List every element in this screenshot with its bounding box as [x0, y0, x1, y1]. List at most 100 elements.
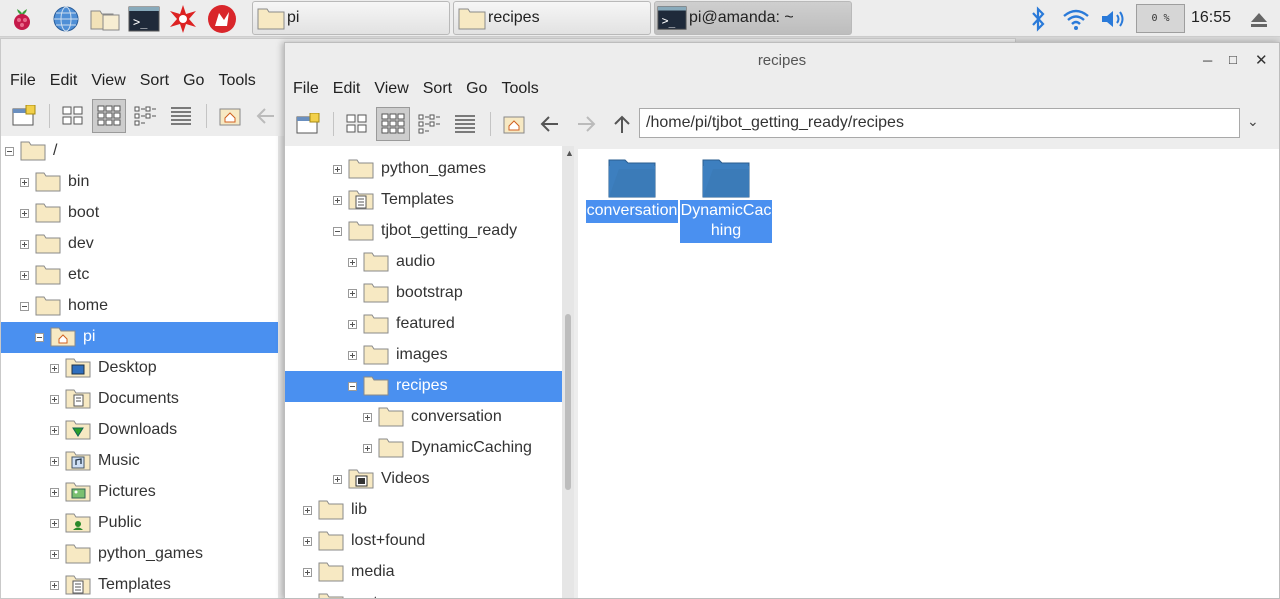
back-button[interactable]: [533, 107, 567, 141]
view-thumbnails-button[interactable]: [376, 107, 410, 141]
tree-item-media[interactable]: media: [285, 557, 562, 588]
collapse-icon[interactable]: [35, 333, 44, 342]
tree-item-recipes[interactable]: recipes: [285, 371, 562, 402]
volume-icon[interactable]: [1098, 3, 1130, 34]
wifi-icon[interactable]: [1060, 3, 1092, 34]
web-browser-icon[interactable]: [50, 3, 82, 34]
expand-icon[interactable]: [333, 475, 342, 484]
tree-item-[interactable]: /: [1, 136, 278, 167]
view-icons-button[interactable]: [56, 99, 90, 133]
expand-icon[interactable]: [303, 506, 312, 515]
expand-icon[interactable]: [20, 271, 29, 280]
expand-icon[interactable]: [348, 258, 357, 267]
tree-item-pi[interactable]: pi: [1, 322, 278, 353]
tree-item-lib[interactable]: lib: [285, 495, 562, 526]
tree-item-boot[interactable]: boot: [1, 198, 278, 229]
expand-icon[interactable]: [50, 395, 59, 404]
menu-edit[interactable]: Edit: [50, 68, 86, 94]
collapse-icon[interactable]: [5, 147, 14, 156]
tree-item-python-games[interactable]: python_games: [285, 154, 562, 185]
expand-icon[interactable]: [363, 413, 372, 422]
terminal-icon[interactable]: >_: [128, 3, 160, 34]
expand-icon[interactable]: [333, 165, 342, 174]
tree-item-mnt[interactable]: mnt: [285, 588, 562, 598]
tree-item-audio[interactable]: audio: [285, 247, 562, 278]
collapse-icon[interactable]: [333, 227, 342, 236]
forward-button[interactable]: [569, 107, 603, 141]
expand-icon[interactable]: [20, 178, 29, 187]
tree-item-videos[interactable]: Videos: [285, 464, 562, 495]
expand-icon[interactable]: [50, 364, 59, 373]
back-button[interactable]: [249, 99, 283, 133]
tree-item-images[interactable]: images: [285, 340, 562, 371]
collapse-icon[interactable]: [20, 302, 29, 311]
tree-item-bootstrap[interactable]: bootstrap: [285, 278, 562, 309]
tree-item-bin[interactable]: bin: [1, 167, 278, 198]
tree-item-templates[interactable]: Templates: [1, 570, 278, 598]
file-item-dynamiccaching[interactable]: DynamicCaching: [680, 149, 772, 243]
expand-icon[interactable]: [348, 351, 357, 360]
close-icon[interactable]: ✕: [1255, 51, 1268, 69]
expand-icon[interactable]: [50, 457, 59, 466]
tree-item-dev[interactable]: dev: [1, 229, 278, 260]
expand-icon[interactable]: [303, 568, 312, 577]
menu-sort[interactable]: Sort: [140, 68, 177, 94]
chevron-down-icon[interactable]: ⌄: [1247, 113, 1259, 130]
tree-item-documents[interactable]: Documents: [1, 384, 278, 415]
menu-edit[interactable]: Edit: [333, 76, 369, 102]
home-button[interactable]: [497, 107, 531, 141]
menu-sort[interactable]: Sort: [423, 76, 460, 102]
tree-item-lost-found[interactable]: lost+found: [285, 526, 562, 557]
menu-file[interactable]: File: [293, 76, 327, 102]
tree-item-featured[interactable]: featured: [285, 309, 562, 340]
file-item-conversation[interactable]: conversation: [586, 149, 678, 223]
location-bar[interactable]: /home/pi/tjbot_getting_ready/recipes: [639, 108, 1240, 138]
view-list-button[interactable]: [448, 107, 482, 141]
expand-icon[interactable]: [363, 444, 372, 453]
tree-item-python-games[interactable]: python_games: [1, 539, 278, 570]
cpu-usage-monitor[interactable]: 0 %: [1136, 4, 1185, 33]
wolfram-icon[interactable]: [206, 3, 238, 34]
up-button[interactable]: [605, 107, 639, 141]
view-compact-button[interactable]: [412, 107, 446, 141]
menu-go[interactable]: Go: [466, 76, 495, 102]
tree-item-pictures[interactable]: Pictures: [1, 477, 278, 508]
clock[interactable]: 16:55: [1191, 9, 1231, 27]
collapse-icon[interactable]: [348, 382, 357, 391]
menu-view[interactable]: View: [374, 76, 416, 102]
menu-file[interactable]: File: [10, 68, 44, 94]
expand-icon[interactable]: [20, 240, 29, 249]
tree-scrollbar[interactable]: ▲: [562, 146, 574, 598]
tree-item-desktop[interactable]: Desktop: [1, 353, 278, 384]
expand-icon[interactable]: [303, 537, 312, 546]
menu-view[interactable]: View: [91, 68, 133, 94]
tree-item-etc[interactable]: etc: [1, 260, 278, 291]
expand-icon[interactable]: [348, 289, 357, 298]
tree-scrollbar-thumb[interactable]: [565, 314, 571, 490]
view-thumbnails-button[interactable]: [92, 99, 126, 133]
tree-item-templates[interactable]: Templates: [285, 185, 562, 216]
task-terminal[interactable]: >_ pi@amanda: ~: [654, 1, 852, 35]
tree-item-conversation[interactable]: conversation: [285, 402, 562, 433]
tree-item-tjbot-getting-ready[interactable]: tjbot_getting_ready: [285, 216, 562, 247]
title-bar[interactable]: recipes ─ □ ✕: [285, 43, 1279, 79]
task-recipes[interactable]: recipes: [453, 1, 651, 35]
tree-item-downloads[interactable]: Downloads: [1, 415, 278, 446]
expand-icon[interactable]: [348, 320, 357, 329]
expand-icon[interactable]: [50, 550, 59, 559]
menu-go[interactable]: Go: [183, 68, 212, 94]
expand-icon[interactable]: [50, 519, 59, 528]
menu-tools[interactable]: Tools: [501, 76, 546, 102]
view-list-button[interactable]: [164, 99, 198, 133]
tree-item-home[interactable]: home: [1, 291, 278, 322]
scroll-up-icon[interactable]: ▲: [565, 148, 574, 158]
bluetooth-icon[interactable]: [1022, 3, 1054, 34]
eject-icon[interactable]: [1243, 3, 1275, 34]
tree-item-music[interactable]: Music: [1, 446, 278, 477]
view-compact-button[interactable]: [128, 99, 162, 133]
expand-icon[interactable]: [50, 426, 59, 435]
raspberry-menu-icon[interactable]: [6, 3, 38, 34]
expand-icon[interactable]: [50, 488, 59, 497]
new-window-button[interactable]: [7, 99, 41, 133]
task-pi[interactable]: pi: [252, 1, 450, 35]
